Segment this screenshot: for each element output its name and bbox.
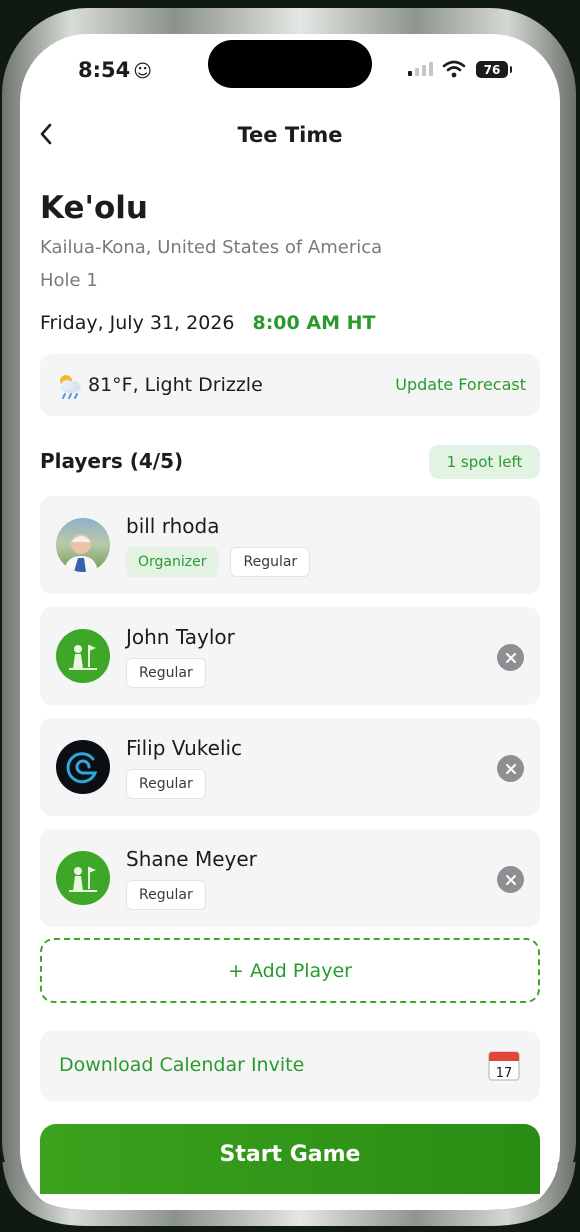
wifi-icon: [442, 60, 466, 78]
tee-date: Friday, July 31, 2026: [40, 312, 235, 334]
player-tags: Regular: [126, 769, 206, 799]
weather-summary: 81°F, Light Drizzle: [88, 374, 263, 396]
regular-tag: Regular: [126, 769, 206, 799]
player-tags: Regular: [126, 658, 206, 688]
starting-hole: Hole 1: [40, 270, 98, 291]
battery-icon: 76: [476, 61, 512, 78]
tee-time: 8:00 AM HT: [252, 312, 376, 334]
weather-card: 81°F, Light Drizzle Update Forecast: [40, 354, 540, 416]
players-heading: Players (4/5): [40, 449, 184, 473]
phone-bottom-bezel: [0, 1162, 580, 1232]
course-location: Kailua-Kona, United States of America: [40, 237, 383, 258]
player-card[interactable]: John Taylor Regular: [40, 607, 540, 705]
player-name: John Taylor: [126, 625, 235, 649]
dynamic-island: [208, 40, 372, 88]
course-name: Ke'olu: [40, 190, 148, 226]
calendar-icon: 17: [488, 1051, 520, 1081]
remove-player-button[interactable]: [497, 755, 524, 782]
organizer-tag: Organizer: [126, 547, 219, 577]
calendar-invite-label: Download Calendar Invite: [59, 1054, 305, 1076]
status-time: 8:54 ☺: [78, 58, 152, 82]
player-tags: Regular: [126, 880, 206, 910]
regular-tag: Regular: [126, 880, 206, 910]
person-photo-icon: [64, 534, 98, 572]
page-title: Tee Time: [237, 123, 343, 147]
golfer-icon: [69, 645, 97, 670]
sun-cloud-rain-icon: [60, 375, 81, 399]
player-card[interactable]: Shane Meyer Regular: [40, 829, 540, 927]
golfer-icon: [69, 867, 97, 892]
cellular-signal-icon: [408, 62, 433, 76]
focus-face-icon: ☺: [133, 61, 152, 82]
player-name: bill rhoda: [126, 514, 220, 538]
add-player-button[interactable]: + Add Player: [40, 938, 540, 1003]
player-card[interactable]: bill rhoda Organizer Regular: [40, 496, 540, 594]
close-icon: [505, 874, 516, 885]
spots-left-badge: 1 spot left: [429, 445, 540, 479]
close-icon: [505, 763, 516, 774]
player-card[interactable]: Filip Vukelic Regular: [40, 718, 540, 816]
remove-player-button[interactable]: [497, 644, 524, 671]
calendar-day: 17: [496, 1066, 513, 1081]
player-avatar: [56, 629, 110, 683]
player-avatar: [56, 851, 110, 905]
regular-tag: Regular: [126, 658, 206, 688]
download-calendar-invite-button[interactable]: Download Calendar Invite 17: [40, 1031, 540, 1101]
player-name: Shane Meyer: [126, 847, 257, 871]
player-name: Filip Vukelic: [126, 736, 243, 760]
tee-datetime: Friday, July 31, 2026 8:00 AM HT: [40, 312, 375, 334]
player-avatar: [56, 740, 110, 794]
regular-tag: Regular: [230, 547, 311, 577]
spiral-logo-icon: [66, 752, 98, 784]
close-icon: [505, 652, 516, 663]
player-avatar: [56, 518, 110, 572]
update-forecast-button[interactable]: Update Forecast: [395, 375, 526, 394]
player-tags: Organizer Regular: [126, 547, 311, 577]
remove-player-button[interactable]: [497, 866, 524, 893]
